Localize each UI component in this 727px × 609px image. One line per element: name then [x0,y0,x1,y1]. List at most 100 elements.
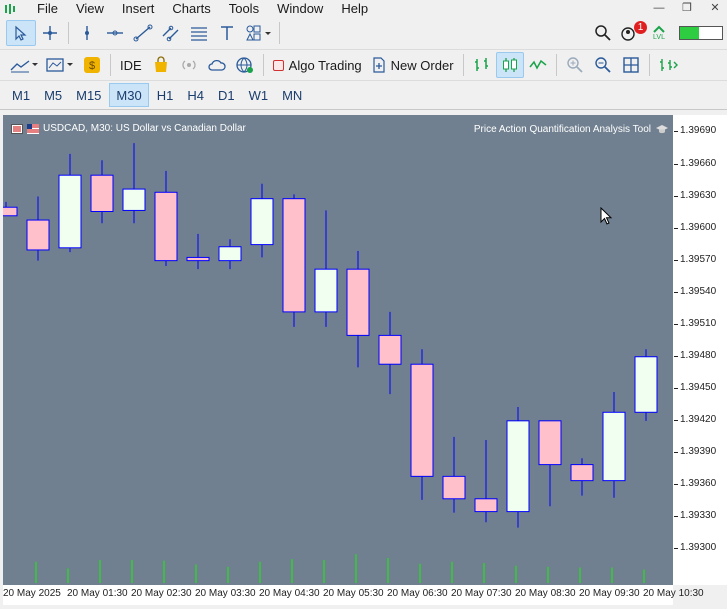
trendline-icon [133,24,153,42]
menu-item-file[interactable]: File [28,1,67,16]
grid-icon [622,57,639,73]
price-tick-label: 1.39690 [673,125,717,137]
candlestick-chart[interactable] [3,115,673,585]
time-tick-label: 20 May 09:30 [579,588,640,599]
line-chart-type-button[interactable] [524,52,552,78]
candle-body [26,219,50,251]
horizontal-line-icon [107,30,123,36]
zoom-out-button[interactable] [589,52,617,78]
zoom-in-button[interactable] [561,52,589,78]
timeframe-m15[interactable]: M15 [70,83,107,107]
shapes-icon [246,25,271,41]
algo-trading-button[interactable]: Algo Trading [268,52,367,78]
candle-body [538,420,562,466]
bar-chart-button[interactable] [468,52,496,78]
crosshair-tool-button[interactable] [36,20,64,46]
candle [122,143,146,224]
candle-body [474,498,498,513]
candle-body [634,356,658,413]
candle-body [3,206,18,217]
close-icon[interactable]: ✕ [707,1,723,14]
restore-icon[interactable]: ❐ [679,1,695,14]
candle [26,196,50,261]
graduation-cap-icon [656,125,668,134]
notifications-button[interactable]: 1 [617,20,647,46]
chart-menu-icon[interactable] [11,123,23,134]
chart-templates-button[interactable] [42,52,78,78]
menu-item-help[interactable]: Help [332,1,377,16]
chart-type-icon [10,60,38,73]
timeframe-d1[interactable]: D1 [212,83,241,107]
candle [634,349,658,421]
candle [570,458,594,496]
vertical-line-button[interactable] [73,20,101,46]
minimize-icon[interactable]: — [651,2,667,14]
cloud-icon [208,59,226,71]
candle-body [90,174,114,213]
timeframe-mn[interactable]: MN [276,83,308,107]
market-button[interactable] [147,52,175,78]
ide-button[interactable]: IDE [115,52,147,78]
timeframe-h1[interactable]: H1 [151,83,180,107]
text-tool-button[interactable] [213,20,241,46]
community-button[interactable] [231,52,259,78]
main-toolbar: $ IDE Algo Trading New Order [0,50,727,81]
mouse-cursor-icon [600,207,613,225]
time-tick-label: 20 May 05:30 [323,588,384,599]
candlestick-chart-button[interactable] [495,52,524,78]
zoom-in-icon [566,57,583,73]
price-tick-label: 1.39660 [673,157,717,169]
menu-item-insert[interactable]: Insert [113,1,164,16]
toolbar-separator [279,22,280,44]
fibonacci-button[interactable] [185,20,213,46]
price-axis[interactable]: 1.39690 1.39660 1.39630 1.39600 1.39570 1.395… [673,115,727,585]
search-button[interactable] [589,20,617,46]
new-order-icon [373,57,385,73]
timeframe-list: M1 M5 M15 M30 H1 H4 D1 W1 MN [6,83,308,107]
timeframe-w1[interactable]: W1 [243,83,275,107]
timeframe-m1[interactable]: M1 [6,83,36,107]
horizontal-line-button[interactable] [101,20,129,46]
candle-body [506,420,530,513]
menu-item-view[interactable]: View [67,1,113,16]
timeframe-h4[interactable]: H4 [181,83,210,107]
indicators-button[interactable] [654,52,682,78]
candlesticks-icon [502,58,517,72]
vps-button[interactable] [203,52,231,78]
candle [218,239,242,270]
cursor-tool-button[interactable] [6,20,36,46]
signals-button[interactable] [175,52,203,78]
algo-trading-label: Algo Trading [288,57,362,73]
candle [154,170,178,266]
level-button[interactable]: LVL [645,20,673,46]
new-order-button[interactable]: New Order [367,52,459,78]
chart-area[interactable]: USDCAD, M30: US Dollar vs Canadian Dolla… [3,115,673,585]
menu-item-charts[interactable]: Charts [163,1,219,16]
candle-body [122,188,146,211]
timeframe-m30[interactable]: M30 [109,83,149,107]
app-icon [4,3,16,15]
candle-body [154,191,178,262]
crosshair-icon [43,26,57,40]
menu-item-tools[interactable]: Tools [220,1,268,16]
price-tick-label: 1.39600 [673,221,717,233]
time-axis[interactable]: 20 May 2025 20 May 01:30 20 May 02:30 20 Ma… [3,585,704,605]
price-tick-label: 1.39330 [673,509,717,521]
line-chart-button[interactable] [6,52,42,78]
candle-body [570,464,594,482]
trading-signals-button[interactable]: $ [78,52,106,78]
menu-items: File View Insert Charts Tools Window Help [28,1,377,16]
shapes-button[interactable] [241,20,275,46]
menu-item-window[interactable]: Window [268,1,332,16]
level-arrow-icon [653,25,665,33]
fibonacci-icon [191,27,207,41]
candle-body [410,363,434,477]
tile-windows-button[interactable] [617,52,645,78]
level-label: LVL [653,34,665,41]
timeframe-m5[interactable]: M5 [38,83,68,107]
candle-body [442,475,466,500]
channel-button[interactable] [157,20,185,46]
cursor-icon [15,25,27,41]
trendline-button[interactable] [129,20,157,46]
candle [442,436,466,513]
